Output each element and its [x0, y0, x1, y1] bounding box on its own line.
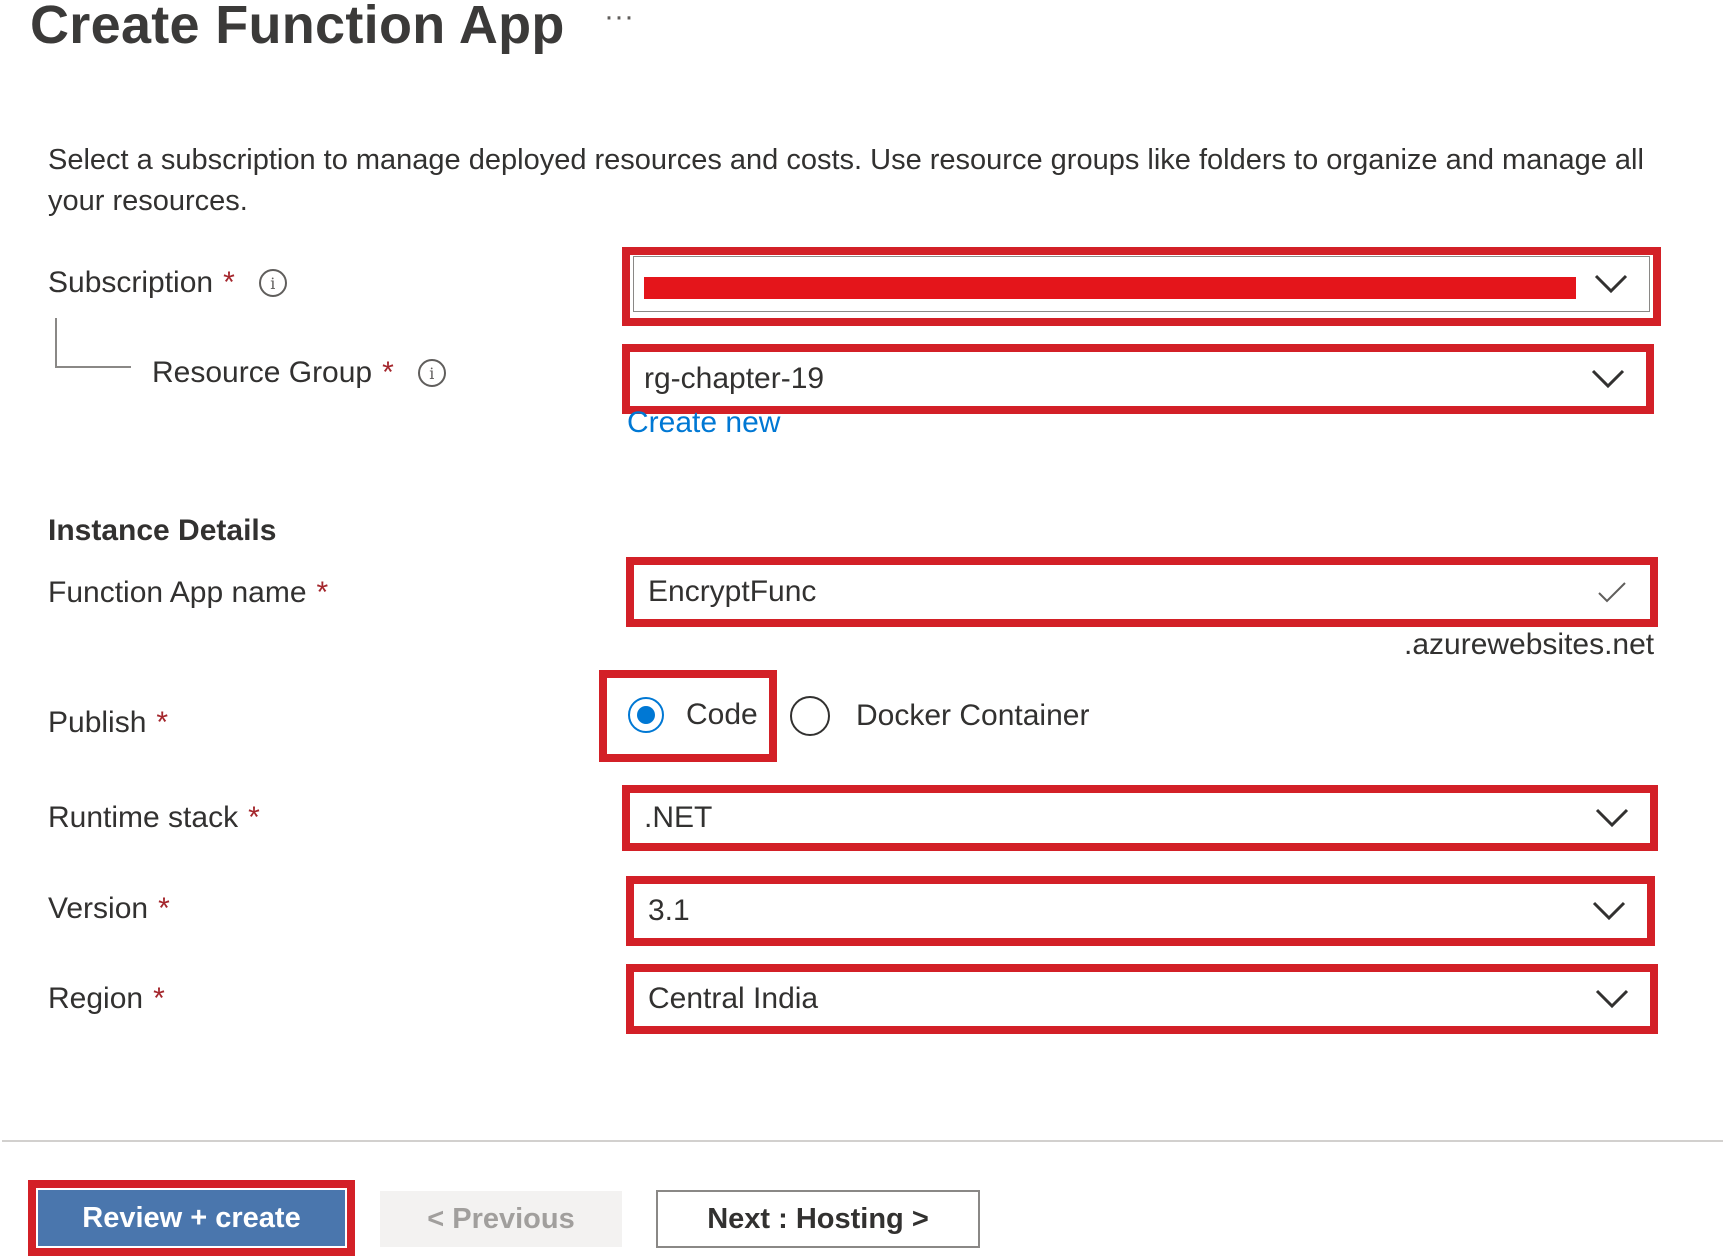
tree-connector: [55, 318, 57, 368]
radio-code[interactable]: Code: [628, 697, 758, 733]
create-new-link[interactable]: Create new: [627, 406, 780, 440]
redaction-bar: [644, 277, 1576, 299]
info-icon[interactable]: i: [417, 359, 446, 387]
radio-button[interactable]: [790, 696, 830, 736]
tree-connector: [55, 366, 131, 368]
region-dropdown[interactable]: Central India: [634, 972, 1650, 1026]
required-asterisk: *: [153, 982, 165, 1015]
more-options-button[interactable]: ···: [604, 0, 634, 34]
version-dropdown[interactable]: 3.1: [634, 884, 1647, 938]
chevron-down-icon: [1591, 264, 1631, 304]
radio-docker-container[interactable]: Docker Container: [790, 696, 1089, 736]
subscription-label: Subscription * i: [48, 266, 287, 300]
info-icon[interactable]: i: [258, 269, 287, 297]
resource-group-dropdown[interactable]: rg-chapter-19: [630, 352, 1646, 406]
subscription-description: Select a subscription to manage deployed…: [48, 144, 1644, 217]
required-asterisk: *: [382, 356, 394, 389]
function-app-name-input[interactable]: EncryptFunc: [634, 565, 1650, 619]
resource-group-value: rg-chapter-19: [644, 362, 825, 395]
subscription-label-text: Subscription: [48, 266, 214, 299]
radio-docker-container-label: Docker Container: [856, 699, 1090, 732]
version-label-text: Version: [48, 892, 149, 925]
required-asterisk: *: [223, 266, 235, 299]
footer-divider: [2, 1140, 1723, 1142]
resource-group-label-text: Resource Group: [152, 356, 373, 389]
runtime-stack-label: Runtime stack *: [48, 801, 260, 835]
chevron-down-icon: [1588, 359, 1628, 399]
region-label-text: Region: [48, 982, 144, 1015]
next-hosting-button[interactable]: Next : Hosting >: [656, 1190, 980, 1248]
function-app-name-value: EncryptFunc: [648, 575, 817, 608]
runtime-stack-label-text: Runtime stack: [48, 801, 239, 834]
region-value: Central India: [648, 982, 819, 1015]
version-label: Version *: [48, 892, 170, 926]
version-value: 3.1: [648, 894, 690, 927]
radio-code-label: Code: [686, 698, 758, 731]
function-app-name-label: Function App name *: [48, 576, 328, 610]
region-label: Region *: [48, 982, 165, 1016]
publish-label: Publish *: [48, 706, 168, 740]
required-asterisk: *: [316, 576, 329, 609]
page-title: Create Function App: [30, 0, 565, 55]
required-asterisk: *: [248, 801, 260, 834]
function-app-name-label-text: Function App name: [48, 576, 307, 609]
required-asterisk: *: [158, 892, 170, 925]
chevron-down-icon: [1592, 798, 1632, 838]
checkmark-icon: [1592, 572, 1632, 612]
previous-button[interactable]: < Previous: [380, 1191, 622, 1247]
radio-selected-dot: [637, 706, 655, 724]
instance-details-heading: Instance Details: [48, 514, 277, 547]
resource-group-label: Resource Group * i: [152, 356, 446, 390]
required-asterisk: *: [156, 706, 169, 739]
chevron-down-icon: [1592, 979, 1632, 1019]
runtime-stack-dropdown[interactable]: .NET: [630, 793, 1650, 843]
runtime-stack-value: .NET: [644, 801, 713, 834]
radio-button[interactable]: [628, 697, 664, 733]
domain-suffix: .azurewebsites.net: [1404, 628, 1655, 661]
review-create-button[interactable]: Review + create: [38, 1190, 345, 1246]
publish-label-text: Publish: [48, 706, 147, 739]
chevron-down-icon: [1589, 891, 1629, 931]
